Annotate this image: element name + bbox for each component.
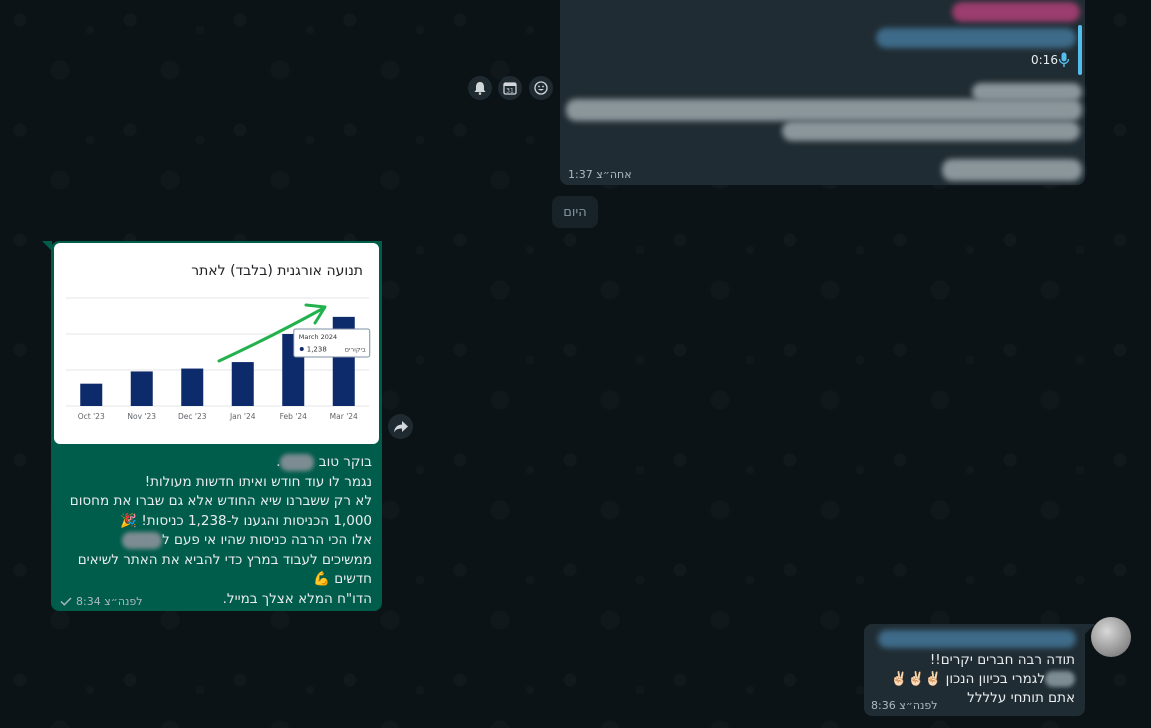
microphone-icon	[1058, 52, 1070, 67]
message-line: לא רק ששברנו שיא החודש אלא גם שברו את מח…	[69, 493, 372, 509]
emoji-reaction-icon[interactable]	[529, 76, 553, 100]
tooltip-date: March 2024	[299, 333, 337, 341]
message-timestamp: 1:37 אחה״צ	[568, 168, 632, 181]
x-tick-label: Feb '24	[280, 412, 307, 421]
message-line: תודה רבה חברים יקרים!!	[929, 652, 1075, 668]
chart-image[interactable]: Oct '23 Nov '23 Dec '23 Jan '24 Feb '24 Mar '…	[54, 243, 379, 444]
x-tick-label: Oct '23	[78, 412, 105, 421]
redacted-quoted-text	[878, 630, 1076, 648]
chart-bar	[80, 383, 103, 406]
outgoing-message-text: בוקר טוב . נגמר לו עוד חודש ואיתו חדשות …	[52, 453, 372, 609]
message-timestamp: 8:36 לפנה״צ	[871, 699, 938, 712]
redacted-site-name	[122, 531, 163, 549]
x-tick-label: Mar '24	[330, 412, 358, 421]
redacted-text-line-4	[942, 159, 1082, 181]
forward-button[interactable]	[388, 414, 413, 439]
avatar[interactable]	[1091, 617, 1131, 657]
message-timestamp: 8:34 לפנה״צ	[76, 595, 143, 608]
chart-bar	[130, 371, 153, 406]
x-tick-label: Dec '23	[178, 412, 207, 421]
message-line: אלו הכי הרבה כניסות שהיו אי פעם ל	[52, 531, 372, 551]
date-divider: היום	[552, 196, 598, 228]
check-icon	[60, 597, 72, 606]
bell-icon[interactable]	[468, 76, 492, 100]
x-tick-label: Nov '23	[127, 412, 156, 421]
tooltip-value: 1,238	[307, 346, 327, 354]
redacted-sender-name	[952, 2, 1080, 22]
voice-progress-bar[interactable]	[1078, 25, 1082, 75]
tooltip-label: ביקורים	[345, 346, 366, 354]
message-line: 1,000 הכניסות והגענו ל-1,238 כניסות! 🎉	[120, 512, 372, 529]
forward-icon	[393, 420, 408, 432]
message-line: נגמר לו עוד חודש ואיתו חדשות מעולות!	[144, 473, 372, 490]
svg-text:31: 31	[506, 88, 514, 95]
message-line: בוקר טוב .	[276, 453, 372, 471]
voice-duration: 0:16	[1031, 53, 1058, 67]
chart-title: תנועה אורגנית (בלבד) לאתר	[191, 263, 363, 279]
redacted-quoted-text	[876, 28, 1076, 48]
calendar-icon[interactable]: 31	[498, 76, 522, 100]
message-meta: 8:34 לפנה״צ	[60, 595, 143, 608]
redacted-text-line-3	[782, 121, 1080, 141]
chart-bar	[231, 362, 254, 406]
redacted-name	[280, 453, 315, 471]
redacted-text-line-2	[566, 99, 1082, 121]
message-line: לגמרי בכיוון הנכון ✌🏻✌🏻✌🏻	[865, 670, 1075, 689]
x-tick-label: Jan '24	[229, 412, 256, 421]
message-line: חדשים 💪	[313, 571, 372, 587]
message-line: ממשיכים לעבוד במרץ כדי להביא את האתר לשי…	[77, 551, 372, 568]
tooltip-marker	[299, 347, 304, 351]
redacted-name	[1045, 671, 1075, 687]
chart-bar	[181, 368, 204, 406]
